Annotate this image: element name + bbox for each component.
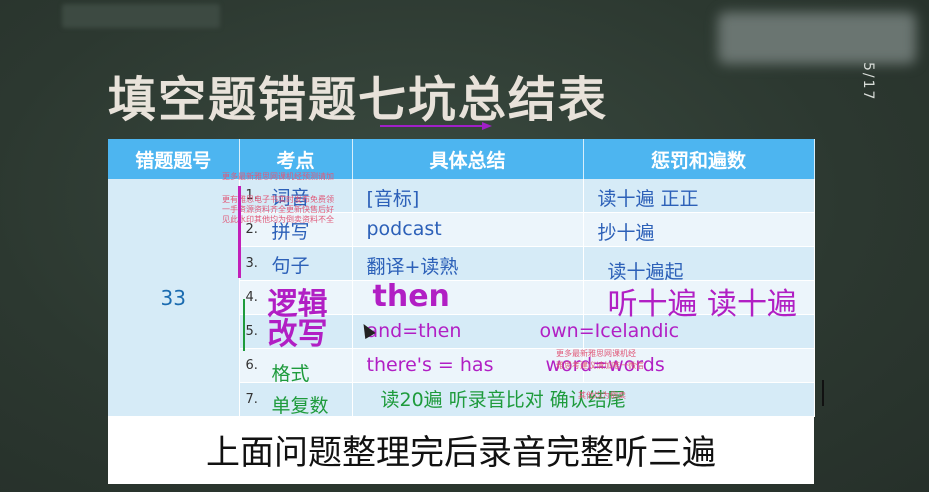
summary-text: there's = has bbox=[366, 354, 494, 376]
summary-text: podcast bbox=[366, 218, 442, 240]
page-title: 填空题错题七坑总结表 bbox=[108, 72, 609, 128]
table-row: 33 1. 词音 [音标] 读十遍 正正 bbox=[108, 179, 815, 417]
page-number: 5/17 bbox=[860, 62, 876, 102]
annotation-bracket bbox=[243, 299, 245, 351]
summary-table: 错题题号 考点 具体总结 惩罚和遍数 33 1. 词音 [音标] 读十遍 正正 2… bbox=[108, 139, 815, 417]
summary-text: then bbox=[372, 279, 450, 314]
row-number: 7. bbox=[245, 392, 258, 407]
divider bbox=[822, 380, 824, 406]
row-number: 5. bbox=[245, 324, 258, 339]
slide-caption: 上面问题整理完后录音完整听三遍 bbox=[206, 433, 716, 473]
summary-text: 翻译+读熟 bbox=[366, 256, 459, 278]
penalty-text: own=Icelandic bbox=[539, 320, 680, 342]
summary-slide: 错题题号 考点 具体总结 惩罚和遍数 33 1. 词音 [音标] 读十遍 正正 2… bbox=[108, 139, 815, 484]
annotation-bracket bbox=[238, 186, 241, 278]
test-point: 格式 bbox=[271, 363, 310, 385]
header-summary: 具体总结 bbox=[352, 139, 584, 179]
row-number: 4. bbox=[245, 290, 258, 305]
error-id-cell: 33 bbox=[108, 179, 240, 417]
underline-arrow bbox=[380, 122, 492, 130]
penalty-text: 抄十遍 bbox=[597, 222, 655, 244]
watermark-text: 更多最新雅思网课机经预测请加 bbox=[222, 172, 334, 181]
penalty-text: 读十遍 正正 bbox=[597, 188, 699, 210]
blurred-region bbox=[718, 12, 916, 64]
row-number: 6. bbox=[245, 358, 258, 373]
test-point: 单复数 bbox=[271, 395, 329, 417]
watermark-text: 更多最新雅思网课机经 bbox=[556, 349, 636, 358]
test-point: 改写 bbox=[267, 317, 328, 352]
blurred-region bbox=[62, 4, 220, 28]
row-number: 3. bbox=[245, 256, 258, 271]
summary-text: [音标] bbox=[366, 188, 420, 210]
test-point: 句子 bbox=[271, 255, 310, 277]
summary-text: and=then bbox=[366, 320, 462, 342]
header-error-id: 错题题号 bbox=[108, 139, 240, 179]
header-penalty: 惩罚和遍数 bbox=[583, 139, 815, 179]
watermark-text: 雅思考建议请加唯一微信 bbox=[556, 361, 644, 370]
watermark-text: 其他均为倒卖 bbox=[578, 391, 626, 400]
error-id: 33 bbox=[160, 285, 186, 310]
